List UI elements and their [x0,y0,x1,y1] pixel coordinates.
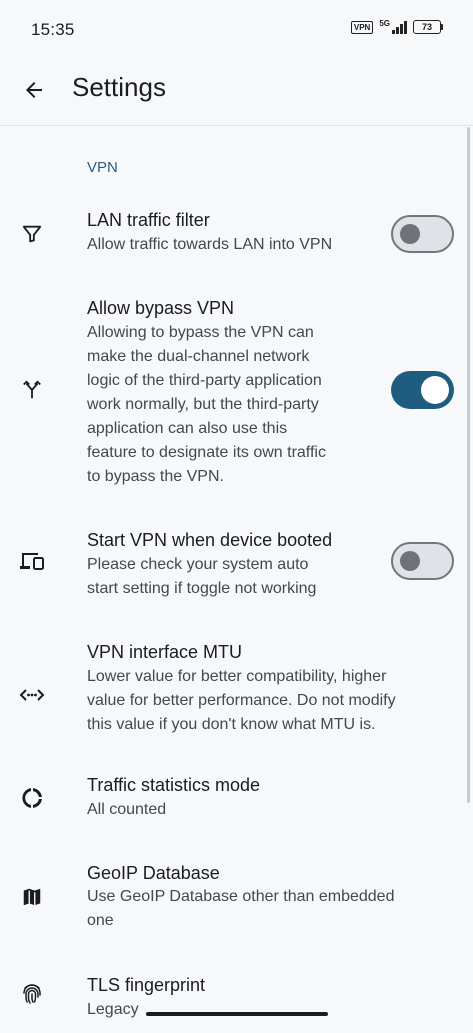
setting-summary: Please check your system auto start sett… [87,556,317,597]
devices-icon [18,547,46,575]
map-icon [18,883,46,911]
setting-title: Traffic statistics mode [87,775,261,795]
lan-traffic-filter-toggle[interactable] [391,215,454,253]
scrollbar[interactable] [467,127,470,803]
back-button[interactable] [14,70,54,110]
start-vpn-on-boot-toggle[interactable] [391,542,454,580]
status-icons: VPN 5G 73 [350,20,443,34]
donut-chart-icon [18,784,46,812]
setting-start-vpn-on-boot[interactable]: Start VPN when device booted Please chec… [0,525,473,605]
setting-lan-traffic-filter[interactable]: LAN traffic filter Allow traffic towards… [0,205,473,275]
filter-icon [18,220,46,248]
setting-summary: Legacy [87,1001,139,1018]
setting-geoip-database[interactable]: GeoIP Database Use GeoIP Database other … [0,861,473,941]
status-time: 15:35 [31,20,75,39]
network-type: 5G [379,19,390,28]
status-bar: 15:35 VPN 5G 73 [0,0,473,60]
setting-title: LAN traffic filter [87,210,210,230]
fork-arrows-icon [18,376,46,404]
battery-icon: 73 [413,20,443,34]
setting-title: Start VPN when device booted [87,530,333,550]
setting-summary: Allow traffic towards LAN into VPN [87,236,333,253]
section-header-vpn: VPN [87,159,118,176]
setting-traffic-statistics-mode[interactable]: Traffic statistics mode All counted [0,773,473,833]
battery-level: 73 [413,20,441,34]
fingerprint-icon [18,980,46,1008]
setting-summary: Allowing to bypass the VPN can make the … [87,324,326,485]
setting-summary: Use GeoIP Database other than embedded o… [87,888,395,929]
setting-title: VPN interface MTU [87,642,243,662]
home-indicator[interactable] [146,1012,328,1016]
setting-title: GeoIP Database [87,863,220,883]
vpn-status-badge: VPN [350,20,374,34]
app-bar: Settings [0,60,473,126]
arrow-left-icon [26,82,42,98]
settings-list[interactable]: VPN LAN traffic filter Allow traffic tow… [0,127,473,1024]
setting-vpn-interface-mtu[interactable]: VPN interface MTU Lower value for better… [0,637,473,737]
allow-bypass-vpn-toggle[interactable] [391,371,454,409]
setting-summary: All counted [87,801,167,818]
setting-title: TLS fingerprint [87,975,206,995]
setting-tls-fingerprint[interactable]: TLS fingerprint Legacy [0,973,473,1033]
page-title: Settings [72,72,166,102]
signal-icon: 5G [379,20,407,34]
setting-title: Allow bypass VPN [87,298,235,318]
setting-allow-bypass-vpn[interactable]: Allow bypass VPN Allowing to bypass the … [0,293,473,493]
setting-summary: Lower value for better compatibility, hi… [87,668,396,733]
settings-ethernet-icon [18,681,46,709]
